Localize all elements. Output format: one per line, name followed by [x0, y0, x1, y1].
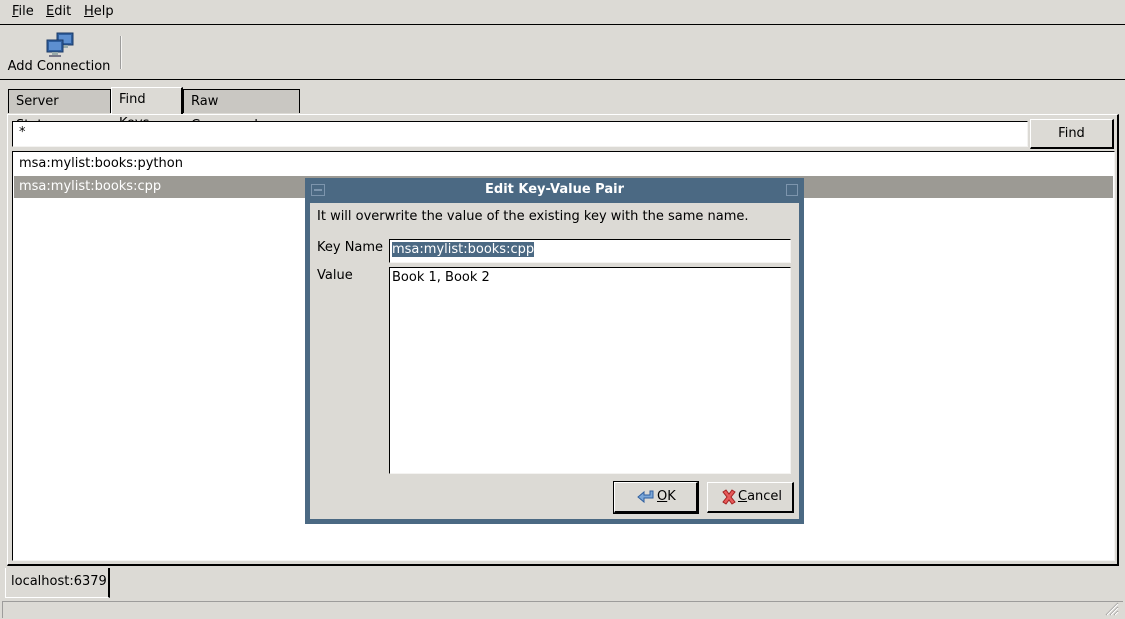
dialog-title: Edit Key-Value Pair [485, 182, 624, 197]
menu-help-label: elp [93, 4, 114, 19]
cancel-mnemonic: C [738, 489, 748, 504]
edit-key-value-dialog: Edit Key-Value Pair It will overwrite th… [305, 178, 804, 524]
connection-tab-localhost[interactable]: localhost:6379 [5, 568, 110, 598]
key-name-label: Key Name [317, 240, 384, 255]
menu-edit[interactable]: Edit [46, 4, 71, 19]
find-button-label: Find [1058, 126, 1085, 141]
menu-help-mnemonic: H [84, 4, 94, 19]
network-computers-icon [46, 32, 74, 57]
key-list-row[interactable]: msa:mylist:books:python [14, 153, 1113, 175]
dialog-message: It will overwrite the value of the exist… [317, 209, 749, 224]
key-name-input-value: msa:mylist:books:cpp [392, 242, 535, 257]
cancel-button[interactable]: Cancel [707, 482, 794, 513]
value-label: Value [317, 268, 353, 283]
dialog-body: It will overwrite the value of the exist… [310, 203, 799, 519]
resize-grip-icon[interactable] [1105, 602, 1119, 616]
toolbar-separator [120, 36, 122, 69]
add-connection-label: Add Connection [7, 59, 111, 74]
ok-label: K [667, 489, 676, 504]
menu-help[interactable]: Help [84, 4, 114, 19]
key-name-input[interactable]: msa:mylist:books:cpp [389, 239, 791, 263]
menu-file[interactable]: File [12, 4, 34, 19]
maximize-icon[interactable] [786, 184, 798, 196]
back-arrow-icon [637, 490, 654, 503]
status-bar [2, 601, 1123, 618]
key-name: msa:mylist:books:cpp [19, 179, 162, 194]
cancel-label: ancel [747, 489, 783, 504]
dialog-titlebar[interactable]: Edit Key-Value Pair [305, 178, 804, 202]
tab-find-keys[interactable]: Find Keys [111, 87, 183, 131]
value-textarea-content: Book 1, Book 2 [392, 270, 490, 285]
tab-raw-commands[interactable]: Raw Commands [183, 89, 300, 133]
tab-server-status[interactable]: Server Status [8, 89, 111, 133]
search-input-value: * [19, 125, 26, 140]
connection-tab-label: localhost:6379 [11, 574, 107, 589]
toolbar: Add Connection [0, 25, 1125, 80]
menu-edit-mnemonic: E [46, 4, 55, 19]
search-input[interactable]: * [12, 121, 1028, 147]
menu-edit-label: dit [54, 4, 72, 19]
find-button[interactable]: Find [1030, 119, 1114, 149]
menu-bar: File Edit Help [0, 0, 1125, 25]
ok-mnemonic: O [657, 489, 668, 504]
add-connection-button[interactable]: Add Connection [4, 27, 114, 77]
value-textarea[interactable]: Book 1, Book 2 [389, 267, 791, 474]
red-x-icon [722, 488, 736, 505]
ok-button[interactable]: OK [613, 481, 699, 514]
menu-file-label: ile [18, 4, 34, 19]
window-menu-icon[interactable] [311, 184, 325, 196]
key-name: msa:mylist:books:python [19, 156, 183, 171]
